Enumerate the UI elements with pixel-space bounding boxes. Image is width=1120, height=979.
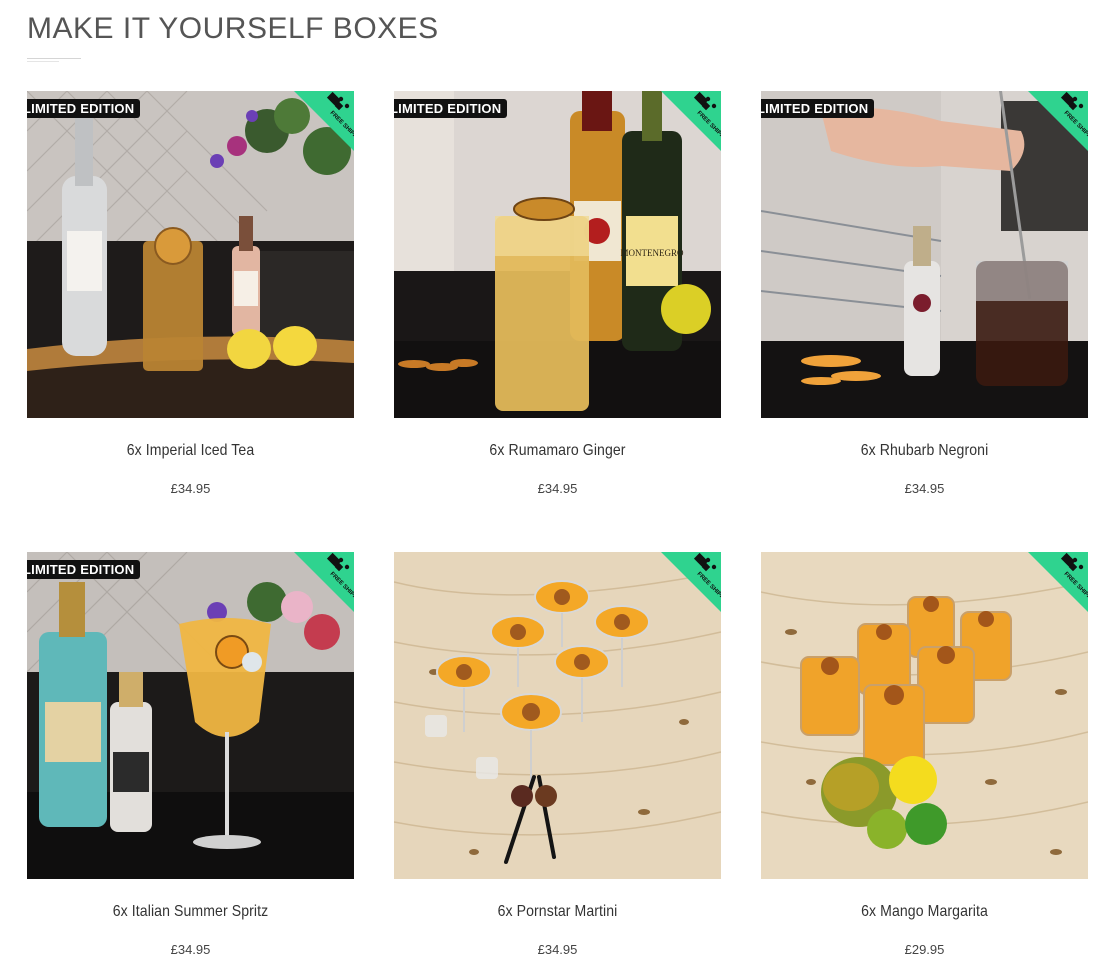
product-name[interactable]: 6x Italian Summer Spritz [47,903,335,921]
product-photo-pornstar-martini [394,552,721,879]
svg-text:MONTENEGRO: MONTENEGRO [621,248,684,258]
product-photo-mango-margarita [761,552,1088,879]
product-card: MONTENEGRO LIMITED EDITION FREE SHIPPING [394,91,721,496]
product-image-link[interactable]: LIMITED EDITION FREE SHIPPING [27,552,354,879]
product-name[interactable]: 6x Rumamaro Ginger [414,442,702,460]
limited-edition-badge: LIMITED EDITION [27,99,141,118]
product-name[interactable]: 6x Pornstar Martini [414,903,702,921]
product-price: £34.95 [170,942,211,957]
product-photo-imperial-iced-tea [27,91,354,418]
product-photo-italian-summer-spritz [27,552,354,879]
limited-edition-badge: LIMITED EDITION [761,99,875,118]
title-underline [27,58,81,59]
product-name[interactable]: 6x Mango Margarita [781,903,1069,921]
product-name[interactable]: 6x Rhubarb Negroni [781,442,1069,460]
section-title: MAKE IT YOURSELF BOXES [27,12,439,45]
product-card: LIMITED EDITION FREE SHIPPING 6x Rhubarb… [761,91,1088,496]
product-card: LIMITED EDITION FREE SHIPPING 6x Italian… [27,552,354,957]
title-underline-accent [27,61,59,62]
limited-edition-badge: LIMITED EDITION [394,99,508,118]
product-card: FREE SHIPPING 6x Mango Margarita £29.95 [761,552,1088,957]
limited-edition-badge: LIMITED EDITION [27,560,141,579]
product-image-link[interactable]: LIMITED EDITION FREE SHIPPING [27,91,354,418]
product-card: FREE SHIPPING 6x Pornstar Martini £34.95 [394,552,721,957]
product-image-link[interactable]: FREE SHIPPING [394,552,721,879]
product-name[interactable]: 6x Imperial Iced Tea [47,442,335,460]
product-price: £34.95 [537,481,578,496]
product-price: £29.95 [904,942,945,957]
product-image-link[interactable]: MONTENEGRO LIMITED EDITION FREE SHIPPING [394,91,721,418]
product-price: £34.95 [537,942,578,957]
product-price: £34.95 [904,481,945,496]
product-card: LIMITED EDITION FREE SHIPPING 6x Imperia… [27,91,354,496]
product-image-link[interactable]: LIMITED EDITION FREE SHIPPING [761,91,1088,418]
product-photo-rumamaro-ginger: MONTENEGRO [394,91,721,418]
product-image-link[interactable]: FREE SHIPPING [761,552,1088,879]
product-photo-rhubarb-negroni [761,91,1088,418]
product-price: £34.95 [170,481,211,496]
